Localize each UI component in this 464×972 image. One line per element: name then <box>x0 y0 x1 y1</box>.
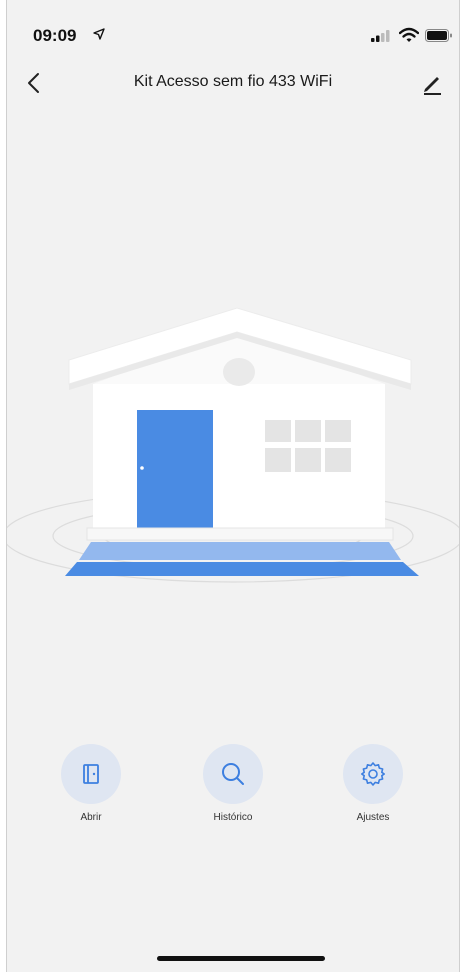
open-button[interactable]: Abrir <box>51 744 131 823</box>
settings-label: Ajustes <box>356 812 390 823</box>
settings-button-circle[interactable] <box>343 744 403 804</box>
page-title: Kit Acesso sem fio 433 WiFi <box>133 73 333 90</box>
door-icon <box>83 764 99 784</box>
home-indicator[interactable] <box>157 956 325 961</box>
chevron-left-icon <box>28 73 39 93</box>
history-label: Histórico <box>213 812 253 823</box>
status-bar: 09:09 <box>7 0 459 56</box>
roof-vent <box>223 358 255 386</box>
search-icon <box>222 763 244 785</box>
wifi-icon <box>399 27 419 42</box>
navigation-bar: Kit Acesso sem fio 433 WiFi <box>7 60 459 106</box>
status-time: 09:09 <box>33 26 77 45</box>
edit-pencil-icon <box>424 77 441 95</box>
action-bar: Abrir Histórico Ajustes <box>7 744 459 834</box>
app-screen: 09:09 Kit Acesso sem fio 433 WiFi Abrir … <box>6 0 460 972</box>
location-arrow-icon <box>93 28 105 40</box>
open-button-circle[interactable] <box>61 744 121 804</box>
settings-button[interactable]: Ajustes <box>333 744 413 823</box>
signal-icon <box>371 30 390 42</box>
history-button-circle[interactable] <box>203 744 263 804</box>
battery-icon <box>425 29 452 42</box>
open-label: Abrir <box>80 812 102 823</box>
front-step-light <box>79 542 401 560</box>
door-knob <box>140 466 144 470</box>
front-step-dark <box>65 562 419 576</box>
gear-icon <box>361 762 385 786</box>
back-button[interactable] <box>19 68 49 98</box>
edit-button[interactable] <box>417 68 447 98</box>
history-button[interactable]: Histórico <box>193 744 273 823</box>
house-illustration <box>7 307 459 583</box>
house-base <box>86 527 394 541</box>
house-door <box>137 410 213 528</box>
